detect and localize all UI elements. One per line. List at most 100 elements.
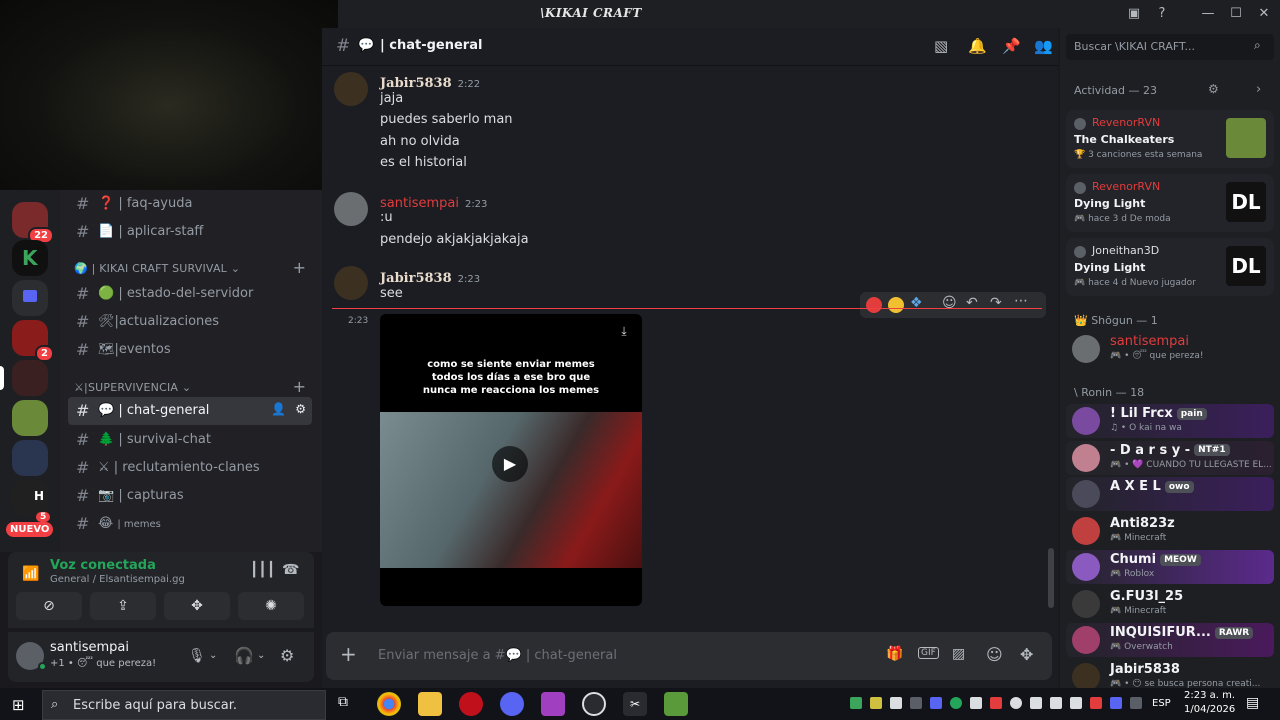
channel-survival-chat[interactable]: # 🌲 | survival-chat bbox=[68, 426, 312, 454]
reaction-yellow-icon[interactable] bbox=[888, 297, 904, 313]
member-item[interactable]: INQUISIFUR... RAWR 🎮 Overwatch bbox=[1066, 623, 1274, 657]
obs-icon[interactable] bbox=[582, 692, 606, 716]
server-icon[interactable]: 2 bbox=[12, 320, 54, 362]
avatar[interactable] bbox=[334, 266, 368, 300]
add-channel-icon[interactable]: + bbox=[293, 258, 306, 277]
close-button[interactable]: ✕ bbox=[1254, 4, 1274, 24]
gear-icon[interactable]: ⚙ bbox=[1208, 82, 1219, 96]
app-icon[interactable] bbox=[541, 692, 565, 716]
tray-icon[interactable] bbox=[1010, 697, 1022, 709]
screen-share-button[interactable]: ⇪ bbox=[90, 592, 156, 620]
maximize-button[interactable]: ☐ bbox=[1226, 4, 1246, 24]
tray-icon[interactable] bbox=[850, 697, 862, 709]
tray-icon[interactable] bbox=[970, 697, 982, 709]
channel-estado-del-servidor[interactable]: # 🟢 | estado-del-servidor bbox=[68, 280, 312, 308]
opera-icon[interactable] bbox=[459, 692, 483, 716]
avatar[interactable] bbox=[334, 72, 368, 106]
tray-icon[interactable] bbox=[910, 697, 922, 709]
add-channel-icon[interactable]: + bbox=[293, 377, 306, 396]
server-folder-icon[interactable] bbox=[12, 280, 48, 316]
channel-chat-general[interactable]: # 💬 | chat-general 👤 ⚙ bbox=[68, 397, 312, 425]
chevron-down-icon[interactable]: ⌄ bbox=[257, 650, 265, 661]
member-item[interactable]: santisempai 🎮 • 😴 que pereza! bbox=[1066, 332, 1274, 366]
voice-location[interactable]: General / Elsantisempai.gg bbox=[50, 574, 185, 585]
disconnect-icon[interactable]: ☎ bbox=[282, 562, 299, 578]
tray-icon[interactable] bbox=[1090, 697, 1102, 709]
camera-off-button[interactable]: ⊘ bbox=[16, 592, 82, 620]
download-icon[interactable]: ⤓ bbox=[612, 320, 636, 342]
pinned-messages-icon[interactable]: 📌 bbox=[1002, 37, 1021, 55]
add-attachment-icon[interactable]: + bbox=[340, 642, 357, 666]
server-icon[interactable]: 22 bbox=[12, 202, 54, 244]
category-kikai-craft-survival[interactable]: 🌍 | KIKAI CRAFT SURVIVAL ⌄ bbox=[74, 262, 240, 275]
member-list-icon[interactable]: 👥 bbox=[1034, 37, 1053, 55]
tray-icon[interactable] bbox=[990, 697, 1002, 709]
emoji-icon[interactable]: ☺ bbox=[986, 645, 1003, 664]
task-view-icon[interactable]: ⧉ bbox=[338, 694, 348, 710]
chrome-icon[interactable] bbox=[377, 692, 401, 716]
message-author[interactable]: Jabir5838 bbox=[380, 271, 452, 286]
member-item[interactable]: Chumi MEOW 🎮 Roblox bbox=[1066, 550, 1274, 584]
member-item[interactable]: G.FU3l_25 🎮 Minecraft bbox=[1066, 587, 1274, 621]
chevron-right-icon[interactable]: › bbox=[1256, 82, 1261, 97]
invite-icon[interactable]: 👤 bbox=[271, 402, 286, 416]
server-icon[interactable] bbox=[12, 400, 48, 436]
user-settings-gear-icon[interactable]: ⚙ bbox=[280, 646, 294, 665]
message-input[interactable]: Enviar mensaje a #💬 | chat-general bbox=[378, 648, 617, 663]
network-icon[interactable] bbox=[1030, 697, 1042, 709]
gif-icon[interactable]: GIF bbox=[918, 647, 939, 659]
channel-eventos[interactable]: # 🗺|eventos bbox=[68, 336, 312, 364]
avatar[interactable] bbox=[334, 192, 368, 226]
server-icon[interactable]: K bbox=[12, 240, 48, 276]
activity-card[interactable]: Joneithan3D Dying Light 🎮 hace 4 d Nuevo… bbox=[1066, 238, 1274, 296]
category-supervivencia[interactable]: ⚔|SUPERVIVENCIA ⌄ bbox=[74, 381, 191, 394]
member-item[interactable]: Anti823z 🎮 Minecraft bbox=[1066, 514, 1274, 548]
play-icon[interactable]: ▶ bbox=[492, 446, 528, 482]
chat-scrollbar[interactable] bbox=[1048, 548, 1054, 608]
gift-icon[interactable]: 🎁 bbox=[886, 646, 903, 662]
new-badge[interactable]: NUEVO bbox=[6, 522, 54, 537]
member-item[interactable]: A X E Lowo bbox=[1066, 477, 1274, 511]
taskbar-search[interactable]: ⌕ Escribe aquí para buscar. bbox=[42, 690, 326, 720]
windows-start-icon[interactable]: ⊞ bbox=[12, 696, 25, 714]
clock-time[interactable]: 2:23 a. m. bbox=[1184, 690, 1235, 701]
chevron-down-icon[interactable]: ⌄ bbox=[209, 650, 217, 661]
channel-aplicar-staff[interactable]: # 📄 | aplicar-staff bbox=[68, 218, 312, 246]
tray-icon[interactable] bbox=[890, 697, 902, 709]
server-icon-kikai[interactable] bbox=[12, 360, 48, 396]
capcut-icon[interactable]: ✂ bbox=[623, 692, 647, 716]
minimize-button[interactable]: — bbox=[1198, 4, 1218, 24]
volume-icon[interactable] bbox=[1050, 697, 1062, 709]
channel-faq-ayuda[interactable]: # ❓ | faq-ayuda bbox=[68, 190, 312, 218]
notifications-icon[interactable]: ▤ bbox=[1246, 695, 1259, 711]
noise-suppression-icon[interactable]: ┃┃┃ bbox=[250, 562, 275, 578]
message-author[interactable]: santisempai bbox=[380, 196, 459, 211]
tray-icon[interactable] bbox=[1130, 697, 1142, 709]
activity-card[interactable]: RevenorRVN Dying Light 🎮 hace 3 d De mod… bbox=[1066, 174, 1274, 232]
member-item[interactable]: - D a r s y - NT#1 🎮 • 💜 CUANDO TU LLEGAST… bbox=[1066, 440, 1274, 475]
message-author[interactable]: Jabir5838 bbox=[380, 76, 452, 91]
tray-icon[interactable] bbox=[1110, 697, 1122, 709]
notification-bell-icon[interactable]: 🔔 bbox=[968, 37, 987, 55]
server-icon[interactable]: H bbox=[12, 480, 48, 516]
tray-icon[interactable] bbox=[950, 697, 962, 709]
channel-reclutamiento-clanes[interactable]: # ⚔ | reclutamiento-clanes bbox=[68, 454, 312, 482]
tray-icon[interactable] bbox=[930, 697, 942, 709]
channel-actualizaciones[interactable]: # 🛠|actualizaciones bbox=[68, 308, 312, 336]
tray-icon[interactable] bbox=[870, 697, 882, 709]
video-attachment[interactable]: como se siente enviar memes todos los dí… bbox=[380, 314, 642, 606]
help-icon[interactable]: ? bbox=[1152, 4, 1172, 24]
channel-memes[interactable]: # 😂 | memes bbox=[68, 510, 312, 538]
more-options-icon[interactable]: ⋯ bbox=[1014, 293, 1028, 309]
sticker-icon[interactable]: ▨ bbox=[952, 646, 965, 662]
server-icon[interactable] bbox=[12, 440, 48, 476]
soundboard-button[interactable]: ✺ bbox=[238, 592, 304, 620]
tray-icon[interactable] bbox=[1070, 697, 1082, 709]
channel-capturas[interactable]: # 📷 | capturas bbox=[68, 482, 312, 510]
microphone-icon[interactable]: 🎙 bbox=[188, 648, 206, 664]
search-box[interactable]: Buscar \KIKAI CRAFT... ⌕ bbox=[1066, 34, 1274, 60]
inbox-icon[interactable]: ▣ bbox=[1124, 4, 1144, 24]
language-indicator[interactable]: ESP bbox=[1152, 698, 1171, 709]
headphones-icon[interactable]: 🎧 bbox=[234, 646, 254, 665]
clock-date[interactable]: 1/04/2026 bbox=[1184, 704, 1235, 715]
